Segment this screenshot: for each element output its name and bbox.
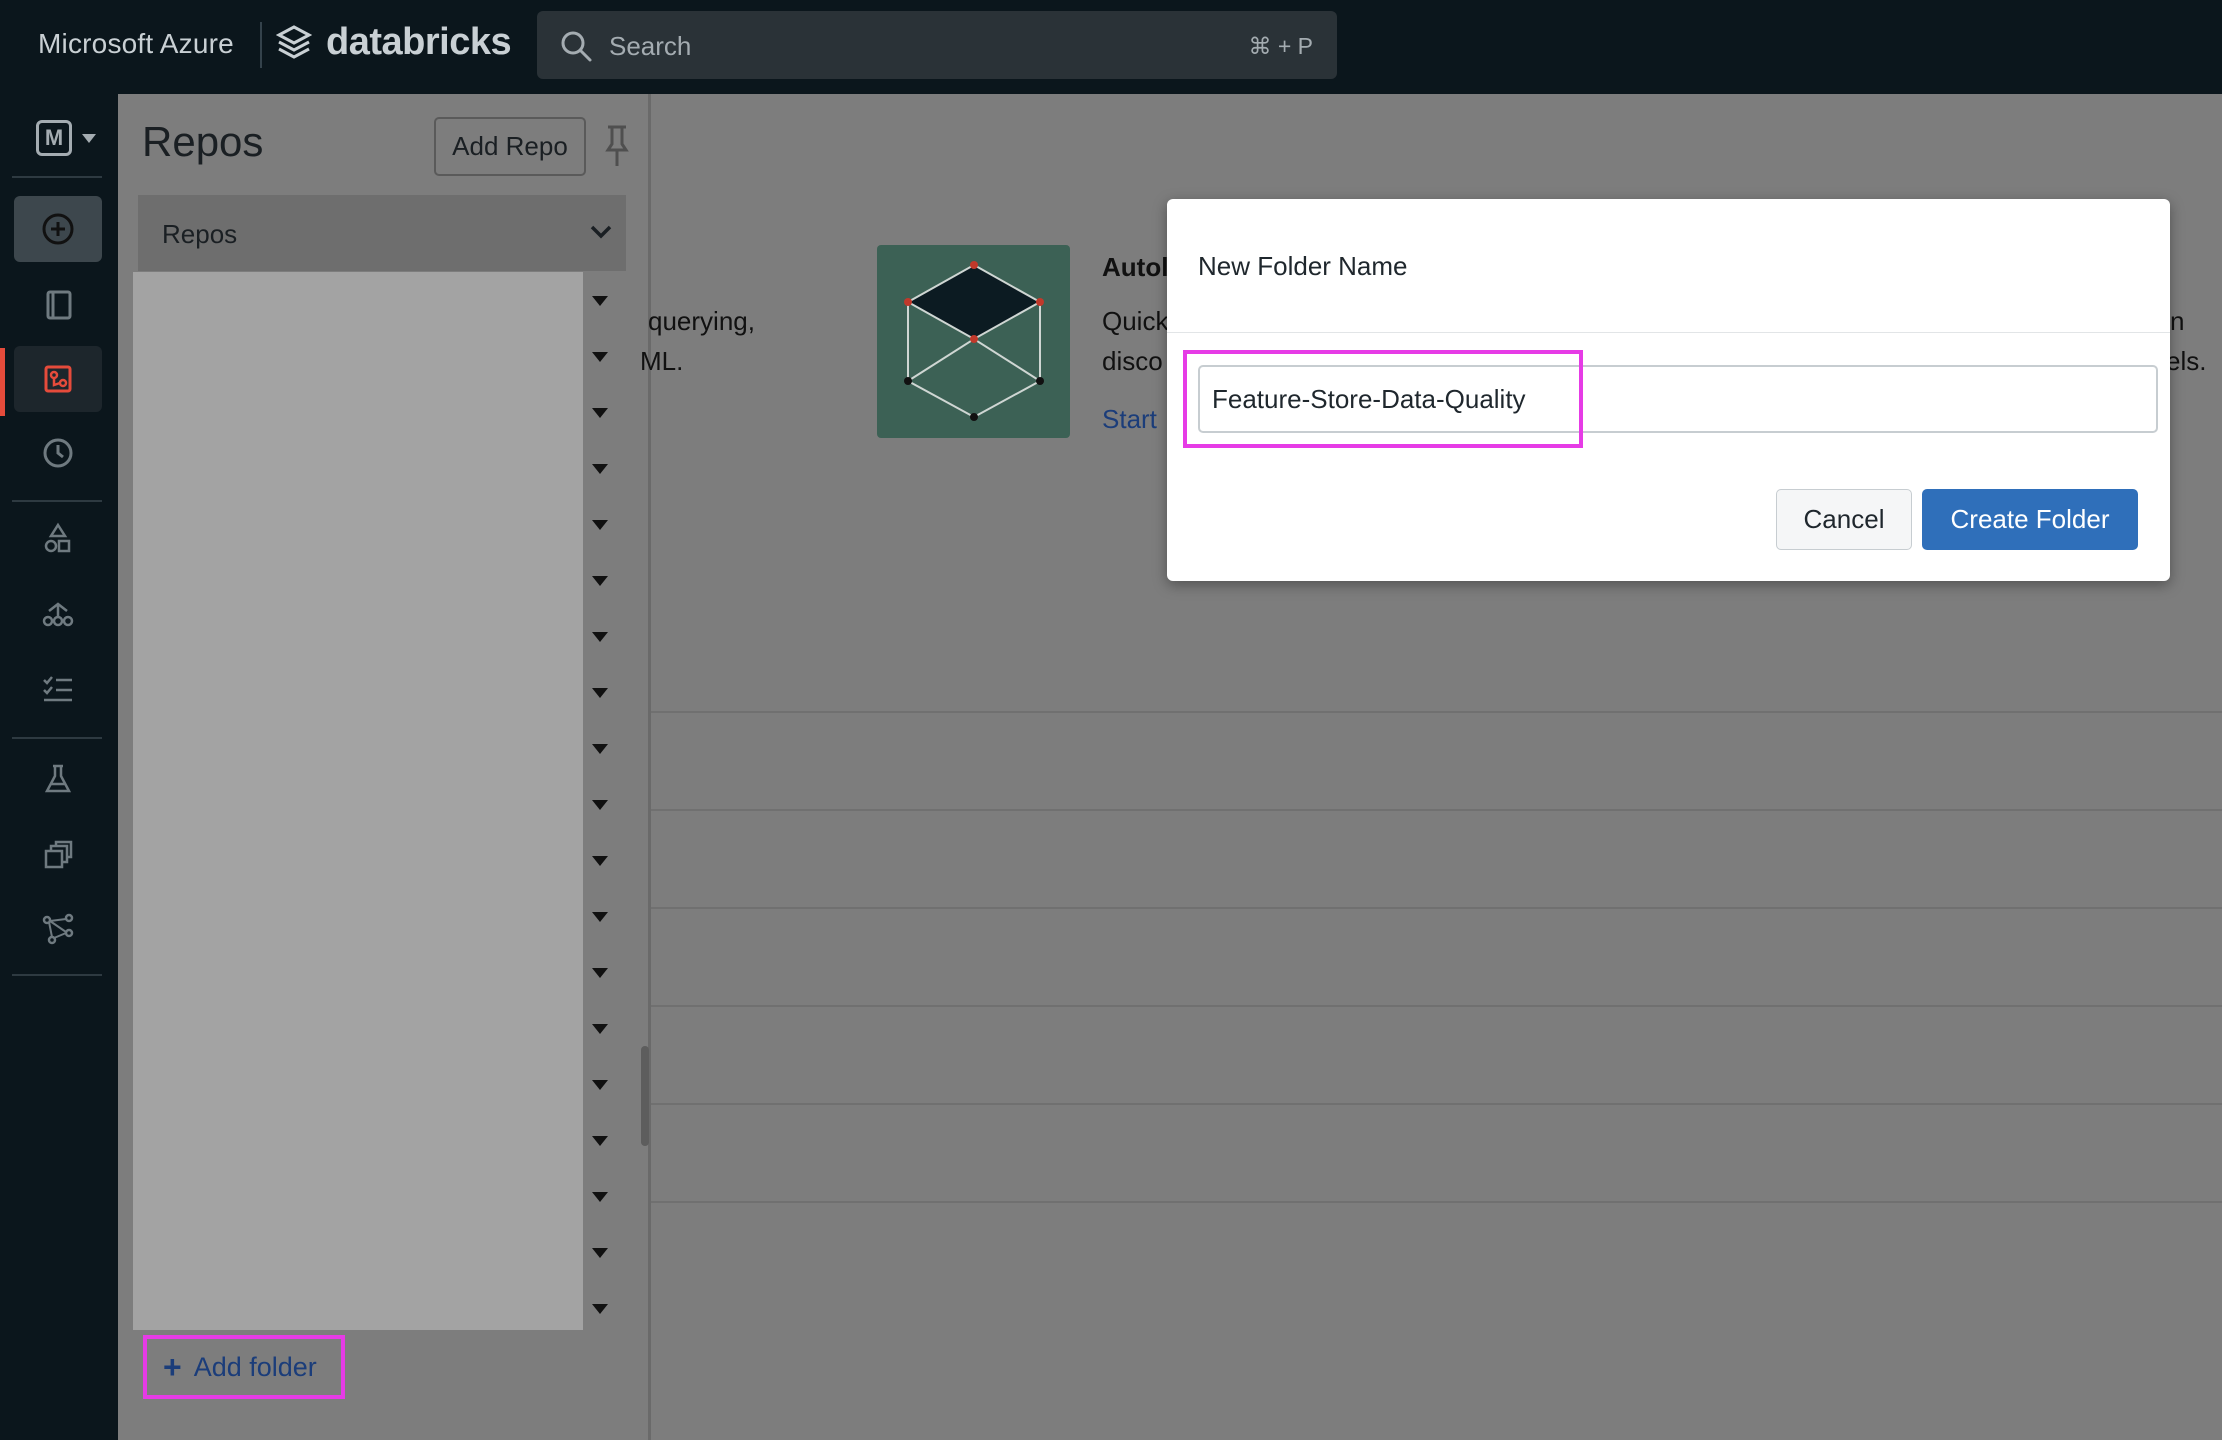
row-caret-icon[interactable] bbox=[592, 1080, 608, 1090]
repos-section-label: Repos bbox=[162, 219, 238, 249]
rail-compute-button[interactable] bbox=[14, 582, 102, 648]
row-caret-icon[interactable] bbox=[592, 632, 608, 642]
brand-separator bbox=[260, 22, 262, 68]
rail-workflows-button[interactable] bbox=[14, 656, 102, 722]
bg-divider bbox=[651, 1103, 2222, 1105]
checklist-icon bbox=[43, 676, 72, 702]
row-caret-icon[interactable] bbox=[592, 1024, 608, 1034]
rail-experiments-button[interactable] bbox=[14, 746, 102, 812]
new-folder-dialog: New Folder Name Cancel Create Folder bbox=[1167, 199, 2170, 581]
row-caret-icon[interactable] bbox=[592, 1192, 608, 1202]
rail-workspace-button[interactable] bbox=[14, 272, 102, 338]
dialog-title: New Folder Name bbox=[1198, 251, 1408, 281]
bg-text: Quick bbox=[1102, 306, 1169, 336]
bg-text: els. bbox=[2166, 346, 2207, 376]
brand-azure: Microsoft Azure bbox=[38, 28, 234, 59]
pin-icon[interactable] bbox=[604, 124, 630, 170]
rail-repos-button[interactable] bbox=[14, 346, 102, 412]
add-repo-button[interactable]: Add Repo bbox=[434, 117, 586, 176]
autoloader-tile-image bbox=[877, 245, 1070, 438]
repos-section-header[interactable]: Repos bbox=[138, 195, 626, 271]
row-caret-icon[interactable] bbox=[592, 1248, 608, 1258]
layers-icon bbox=[44, 840, 73, 869]
caret-down-icon bbox=[82, 134, 96, 143]
row-caret-icon[interactable] bbox=[592, 352, 608, 362]
row-caret-icon[interactable] bbox=[592, 576, 608, 586]
row-caret-icon[interactable] bbox=[592, 744, 608, 754]
rail-divider bbox=[12, 500, 102, 502]
row-caret-icon[interactable] bbox=[592, 688, 608, 698]
bg-divider bbox=[651, 1005, 2222, 1007]
row-caret-icon[interactable] bbox=[592, 408, 608, 418]
row-caret-icon[interactable] bbox=[592, 800, 608, 810]
bg-divider bbox=[651, 711, 2222, 713]
repo-list bbox=[133, 272, 583, 1330]
plus-icon: + bbox=[163, 1348, 182, 1385]
rail-divider bbox=[12, 176, 102, 178]
rail-divider bbox=[12, 974, 102, 976]
repos-icon bbox=[44, 365, 72, 393]
row-caret-icon[interactable] bbox=[592, 296, 608, 306]
rail-data-button[interactable] bbox=[14, 506, 102, 572]
panel-title: Repos bbox=[142, 118, 264, 165]
rail-models-button[interactable] bbox=[14, 896, 102, 962]
row-caret-icon[interactable] bbox=[592, 464, 608, 474]
cube-illustration-icon bbox=[904, 261, 1044, 421]
search-bar[interactable]: Search ⌘ + P bbox=[537, 11, 1337, 79]
bg-divider bbox=[651, 907, 2222, 909]
workspace-switcher[interactable]: M bbox=[36, 120, 106, 166]
cancel-button[interactable]: Cancel bbox=[1776, 489, 1912, 550]
row-caret-icon[interactable] bbox=[592, 856, 608, 866]
panel-border bbox=[648, 94, 651, 1440]
notebook-icon bbox=[46, 290, 72, 320]
model-graph-icon bbox=[42, 913, 74, 945]
shapes-icon bbox=[44, 522, 71, 553]
create-button[interactable] bbox=[14, 196, 102, 262]
row-caret-icon[interactable] bbox=[592, 1304, 608, 1314]
row-caret-icon[interactable] bbox=[592, 520, 608, 530]
clock-icon bbox=[43, 438, 73, 468]
bg-text: querying, bbox=[648, 306, 755, 336]
bg-text: ML. bbox=[640, 346, 684, 376]
plus-circle-icon bbox=[42, 213, 74, 245]
bg-text: Autol bbox=[1102, 252, 1169, 282]
databricks-logo-icon bbox=[276, 25, 312, 59]
bg-divider bbox=[651, 1201, 2222, 1203]
bg-text: disco bbox=[1102, 346, 1163, 376]
left-rail: M bbox=[0, 94, 118, 1440]
top-bar: Microsoft Azure databricks Search ⌘ + P bbox=[0, 0, 2222, 94]
input-highlight bbox=[1183, 350, 1583, 448]
row-caret-icon[interactable] bbox=[592, 1136, 608, 1146]
rail-recents-button[interactable] bbox=[14, 420, 102, 486]
bg-link[interactable]: Start bbox=[1102, 404, 1157, 435]
rail-divider bbox=[12, 737, 102, 739]
row-caret-icon[interactable] bbox=[592, 912, 608, 922]
add-folder-button[interactable]: + Add folder bbox=[143, 1335, 345, 1399]
panel-scrollbar[interactable] bbox=[641, 1046, 649, 1146]
workspace-letter: M bbox=[36, 120, 72, 156]
brand-databricks: databricks bbox=[326, 21, 512, 63]
bg-divider bbox=[651, 809, 2222, 811]
dialog-divider bbox=[1167, 332, 2170, 333]
search-shortcut: ⌘ + P bbox=[1248, 33, 1313, 59]
flask-icon bbox=[44, 764, 72, 793]
cluster-icon bbox=[42, 602, 74, 627]
chevron-down-icon bbox=[590, 225, 612, 239]
search-icon bbox=[561, 31, 592, 62]
create-folder-button[interactable]: Create Folder bbox=[1922, 489, 2138, 550]
rail-active-indicator bbox=[0, 348, 5, 416]
bg-text: n bbox=[2170, 306, 2185, 336]
search-placeholder: Search bbox=[609, 31, 692, 61]
rail-feature-store-button[interactable] bbox=[14, 822, 102, 888]
add-folder-label: Add folder bbox=[193, 1351, 317, 1382]
row-caret-icon[interactable] bbox=[592, 968, 608, 978]
